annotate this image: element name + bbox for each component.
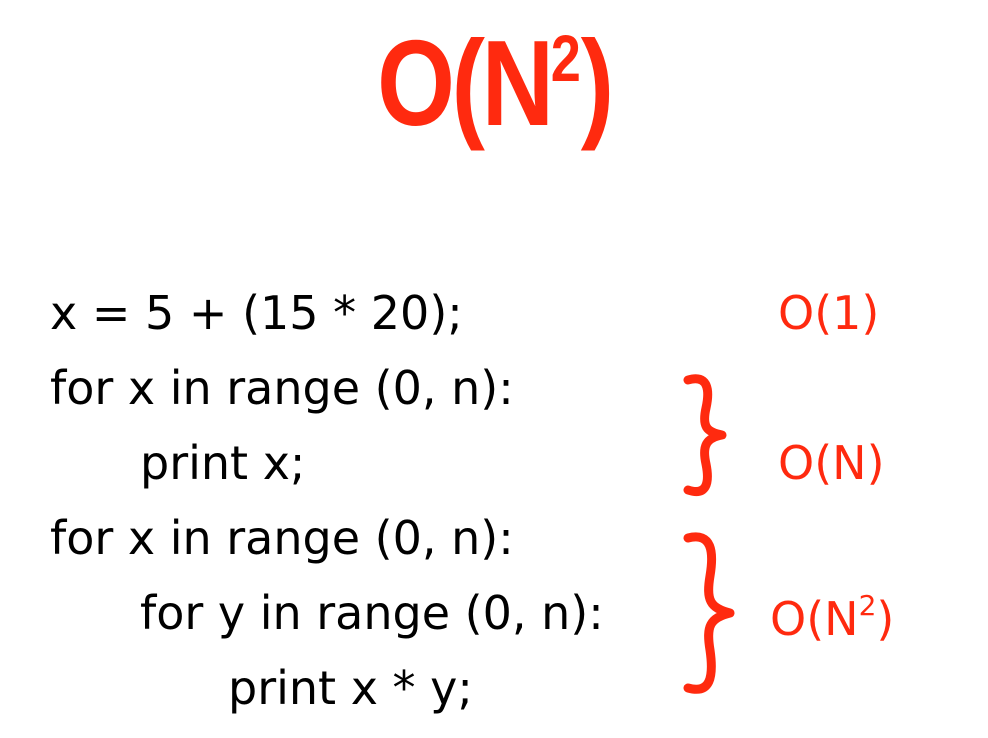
annotation-linear: O(N) bbox=[778, 436, 885, 490]
brace-linear bbox=[683, 374, 727, 496]
slide-title: O(N2) bbox=[89, 22, 899, 144]
code-line-outer-loop-2: for x in range (0, n): bbox=[50, 511, 514, 565]
code-line-assignment: x = 5 + (15 * 20); bbox=[50, 286, 463, 340]
code-line-inner-loop: for y in range (0, n): bbox=[140, 586, 604, 640]
code-line-outer-loop-1: for x in range (0, n): bbox=[50, 361, 514, 415]
title-base: O(N bbox=[377, 15, 554, 151]
annotation-quadratic-base: O(N bbox=[770, 592, 859, 646]
annotation-quadratic-exponent: 2 bbox=[858, 589, 877, 622]
code-line-print-x: print x; bbox=[140, 436, 306, 490]
title-close: ) bbox=[580, 15, 614, 151]
brace-quadratic bbox=[683, 532, 735, 694]
annotation-constant: O(1) bbox=[778, 286, 880, 340]
code-line-print-xy: print x * y; bbox=[228, 661, 473, 715]
title-exponent: 2 bbox=[550, 21, 581, 95]
annotation-quadratic-close: ) bbox=[876, 592, 895, 646]
annotation-quadratic: O(N2) bbox=[770, 589, 894, 643]
